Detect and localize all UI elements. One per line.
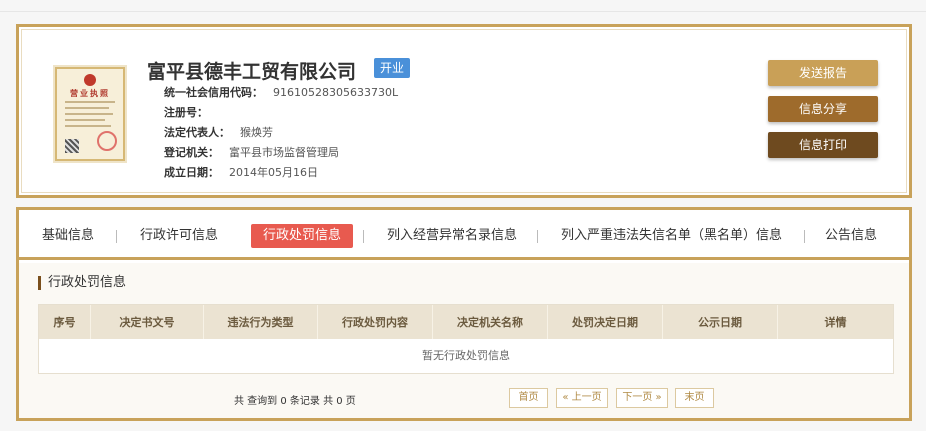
column-header: 决定机关名称 <box>433 305 548 339</box>
business-license-thumbnail[interactable]: 营业执照 <box>55 67 125 161</box>
license-text-line <box>65 113 113 115</box>
tab-separator <box>116 230 117 243</box>
column-header: 详情 <box>824 316 847 329</box>
next-page-button[interactable]: 下一页 » <box>616 388 668 408</box>
tab-separator <box>363 230 364 243</box>
print-info-button[interactable]: 信息打印 <box>768 132 878 158</box>
field-label: 法定代表人： <box>164 126 230 139</box>
field-reg-number: 注册号： <box>164 104 218 120</box>
tab-bar: 基础信息 行政许可信息 行政处罚信息 列入经营异常名录信息 列入严重违法失信名单… <box>19 210 909 260</box>
field-value: 91610528305633730L <box>273 86 399 99</box>
tab-admin-license[interactable]: 行政许可信息 <box>140 224 218 248</box>
license-text-line <box>65 119 105 121</box>
field-reg-authority: 登记机关： 富平县市场监督管理局 <box>164 144 339 160</box>
column-header: 违法行为类型 <box>204 305 318 339</box>
field-label: 登记机关： <box>164 146 219 159</box>
field-label: 统一社会信用代码： <box>164 86 263 99</box>
field-value: 富平县市场监督管理局 <box>229 146 339 159</box>
license-text-line <box>65 107 109 109</box>
company-header-card: 营业执照 富平县德丰工贸有限公司 开业 统一社会信用代码： 91610528305… <box>16 24 912 198</box>
prev-page-button[interactable]: « 上一页 <box>556 388 608 408</box>
license-text-line <box>65 101 115 103</box>
tab-basic-info[interactable]: 基础信息 <box>42 224 94 248</box>
license-title: 营业执照 <box>70 89 110 98</box>
column-header: 决定书文号 <box>91 305 204 339</box>
field-label: 成立日期： <box>164 166 219 179</box>
top-bar <box>0 0 926 12</box>
national-emblem-icon <box>84 74 96 86</box>
tab-separator <box>537 230 538 243</box>
column-header: 行政处罚内容 <box>318 305 433 339</box>
pagination-summary: 共 查询到 0 条记录 共 0 页 <box>234 396 356 407</box>
tab-announcements[interactable]: 公告信息 <box>825 224 877 248</box>
section-title: 行政处罚信息 <box>38 276 126 290</box>
official-seal-icon <box>97 131 117 151</box>
company-name: 富平县德丰工贸有限公司 <box>147 61 357 83</box>
status-badge: 开业 <box>374 58 411 78</box>
tab-blacklist[interactable]: 列入严重违法失信名单（黑名单）信息 <box>561 224 782 248</box>
share-info-button[interactable]: 信息分享 <box>768 96 878 122</box>
column-header: 处罚决定日期 <box>548 305 663 339</box>
field-value: 猴焕芳 <box>240 126 273 139</box>
field-established-date: 成立日期： 2014年05月16日 <box>164 164 318 180</box>
column-header: 公示日期 <box>663 305 778 339</box>
last-page-button[interactable]: 末页 <box>675 388 714 408</box>
qr-code-icon <box>65 139 79 153</box>
field-value: 2014年05月16日 <box>229 166 318 179</box>
tab-admin-penalty[interactable]: 行政处罚信息 <box>251 224 354 248</box>
table-header-row: 序号 决定书文号 违法行为类型 行政处罚内容 决定机关名称 处罚决定日期 公示日… <box>39 305 893 339</box>
field-credit-code: 统一社会信用代码： 91610528305633730L <box>164 84 398 100</box>
send-report-button[interactable]: 发送报告 <box>768 60 878 86</box>
first-page-button[interactable]: 首页 <box>509 388 548 408</box>
content-panel: 基础信息 行政许可信息 行政处罚信息 列入经营异常名录信息 列入严重违法失信名单… <box>16 207 912 421</box>
field-label: 注册号： <box>164 106 208 119</box>
tab-abnormal-operations[interactable]: 列入经营异常名录信息 <box>387 224 517 248</box>
penalty-table: 序号 决定书文号 违法行为类型 行政处罚内容 决定机关名称 处罚决定日期 公示日… <box>38 304 894 374</box>
tab-separator <box>804 230 805 243</box>
license-text-line <box>65 125 111 127</box>
column-header: 序号 <box>39 305 91 339</box>
empty-table-message: 暂无行政处罚信息 <box>39 339 893 373</box>
field-legal-rep: 法定代表人： 猴焕芳 <box>164 124 273 140</box>
